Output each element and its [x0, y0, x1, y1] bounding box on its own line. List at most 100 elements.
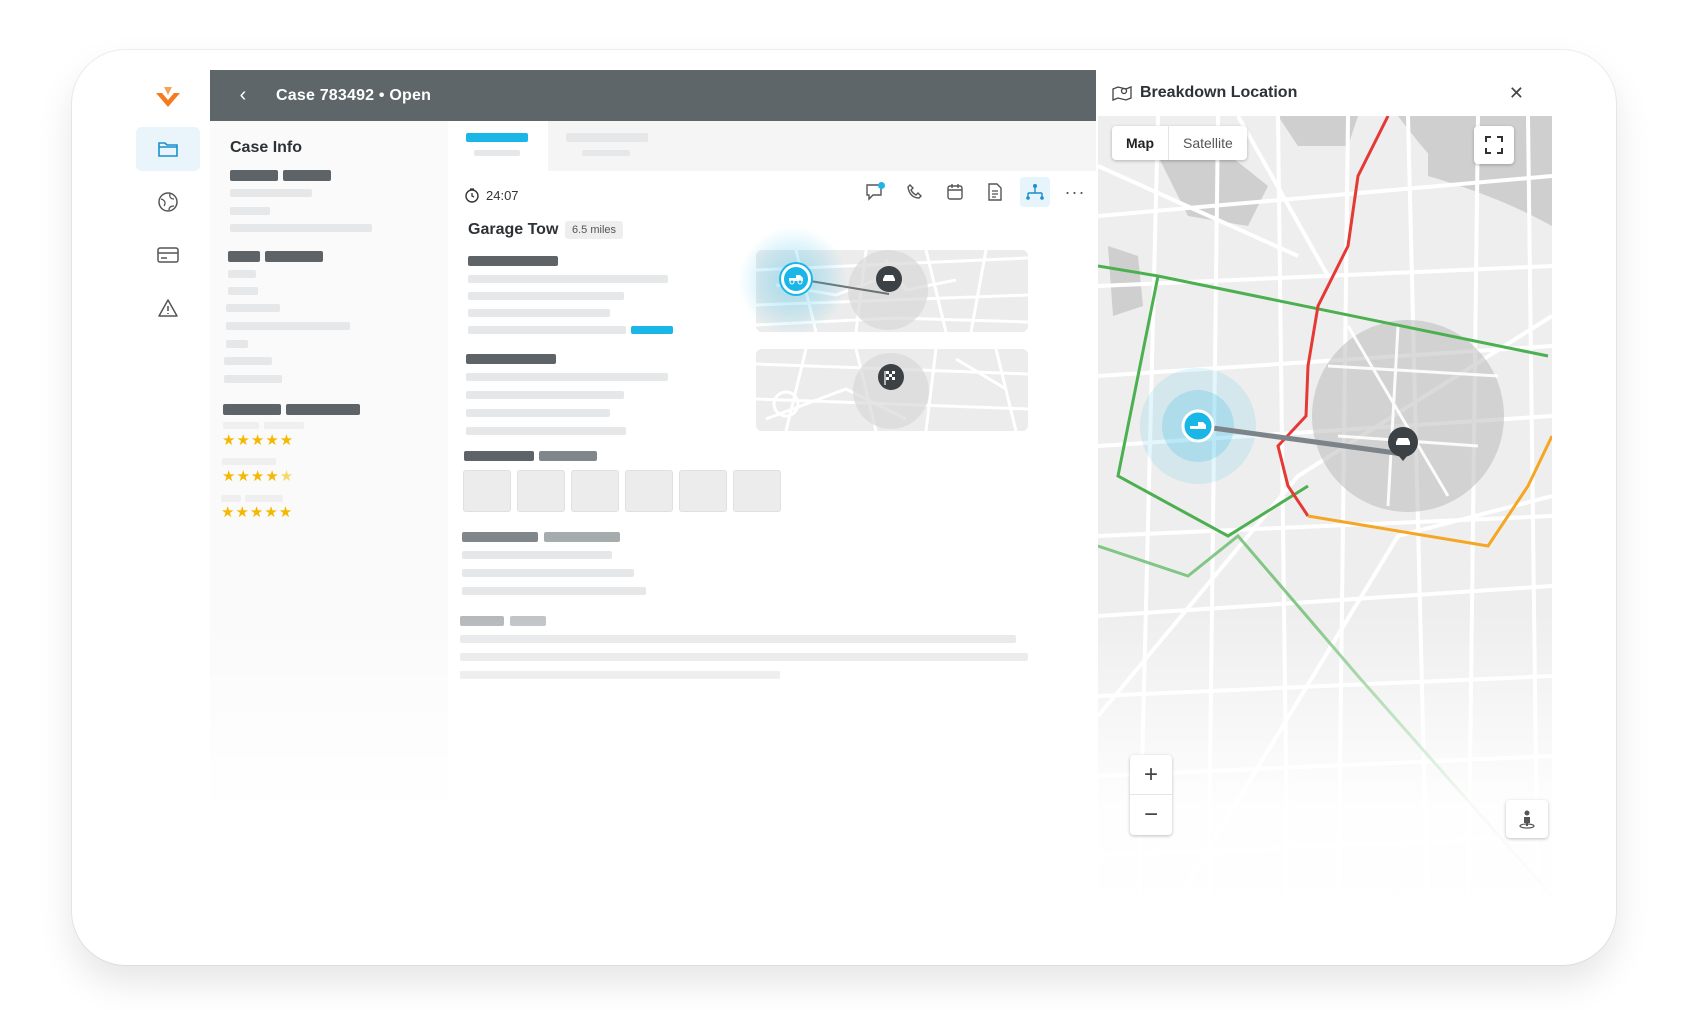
rating-stars: ★★★★★: [221, 504, 294, 521]
photo-thumbnail[interactable]: [625, 470, 673, 512]
rating-stars: ★★★★★: [222, 432, 295, 449]
map-panel-title: Breakdown Location: [1140, 84, 1298, 101]
satellite-tab[interactable]: Satellite: [1169, 126, 1247, 160]
zoom-controls: + −: [1130, 755, 1172, 835]
placeholder-bar: [228, 287, 258, 295]
sidebar-item-billing[interactable]: [136, 233, 200, 277]
call-button[interactable]: [900, 177, 930, 207]
sidebar-item-global[interactable]: [136, 180, 200, 224]
close-icon[interactable]: ✕: [1509, 83, 1524, 104]
photo-thumbnail[interactable]: [517, 470, 565, 512]
placeholder-bar: [230, 224, 372, 232]
case-tabs: [448, 121, 1096, 171]
phone-icon: [907, 184, 922, 199]
sidebar-item-alerts[interactable]: [136, 286, 200, 330]
placeholder-bar: [221, 495, 241, 502]
schedule-button[interactable]: [940, 177, 970, 207]
placeholder-bar: [286, 404, 360, 415]
placeholder-bar: [462, 587, 646, 595]
placeholder-bar: [466, 373, 668, 381]
photo-thumbnail[interactable]: [463, 470, 511, 512]
warning-icon: [158, 299, 178, 317]
map-panel-header: Breakdown Location ✕: [1096, 70, 1552, 116]
placeholder-bar: [245, 495, 283, 502]
placeholder-bar: [230, 170, 278, 181]
placeholder-bar: [462, 532, 538, 542]
placeholder-bar: [264, 422, 304, 429]
case-timer: 24:07: [464, 187, 519, 203]
folder-icon: [158, 142, 178, 157]
photo-thumbnail[interactable]: [733, 470, 781, 512]
placeholder-bar: [224, 357, 272, 365]
placeholder-bar: [223, 422, 259, 429]
placeholder-bar: [539, 451, 597, 461]
brand-logo: [156, 87, 180, 107]
map-tab[interactable]: Map: [1112, 126, 1169, 160]
pegman-icon: [1519, 810, 1535, 829]
route-button[interactable]: [1020, 177, 1050, 207]
page-title: Case 783492 • Open: [276, 86, 432, 104]
placeholder-bar: [223, 404, 281, 415]
placeholder-bar: [466, 427, 626, 435]
chat-button[interactable]: [860, 177, 890, 207]
fullscreen-button[interactable]: [1474, 126, 1514, 164]
distance-badge: 6.5 miles: [565, 221, 624, 239]
timer-icon: [465, 188, 479, 203]
placeholder-bar: [468, 309, 610, 317]
placeholder-bar: [228, 251, 260, 262]
placeholder-bar: [226, 304, 280, 312]
bottom-fade: [108, 612, 1586, 932]
placeholder-bar: [230, 189, 312, 197]
placeholder-bar: [265, 251, 323, 262]
map-pin-icon: [1112, 86, 1132, 101]
placeholder-bar: [283, 170, 331, 181]
placeholder-bar: [468, 326, 626, 334]
more-button[interactable]: ···: [1060, 177, 1090, 207]
placeholder-bar: [544, 532, 620, 542]
notification-dot: [878, 182, 885, 189]
placeholder-bar: [230, 207, 270, 215]
sidebar-item-cases[interactable]: [136, 127, 200, 171]
photo-thumbnail[interactable]: [571, 470, 619, 512]
credit-card-icon: [157, 247, 179, 263]
photo-thumbnail[interactable]: [679, 470, 727, 512]
tab-active[interactable]: [448, 121, 548, 171]
placeholder-bar: [468, 292, 624, 300]
street-view-button[interactable]: [1506, 800, 1548, 838]
document-icon: [988, 183, 1002, 201]
case-header: ‹ Case 783492 • Open: [210, 70, 1096, 121]
tab-inactive[interactable]: [548, 121, 668, 171]
action-toolbar: ···: [860, 177, 1090, 207]
placeholder-bar: [224, 375, 282, 383]
more-icon: ···: [1064, 181, 1086, 202]
service-title: Garage Tow: [468, 221, 559, 238]
map-type-toggle: Map Satellite: [1112, 126, 1247, 160]
placeholder-bar: [228, 270, 256, 278]
fullscreen-icon: [1485, 136, 1503, 154]
route-icon: [1026, 184, 1044, 200]
zoom-in-button[interactable]: +: [1130, 755, 1172, 795]
case-info-title: Case Info: [230, 139, 303, 156]
tow-truck-icon[interactable]: [781, 264, 811, 294]
placeholder-bar: [462, 551, 612, 559]
destination-preview-map[interactable]: [756, 349, 1028, 431]
timer-value: 24:07: [486, 187, 519, 203]
placeholder-bar: [466, 354, 556, 364]
calendar-icon: [947, 184, 963, 200]
placeholder-bar: [226, 340, 248, 348]
placeholder-bar: [466, 391, 624, 399]
zoom-out-button[interactable]: −: [1130, 795, 1172, 835]
placeholder-bar: [468, 275, 668, 283]
globe-icon: [158, 192, 178, 212]
document-button[interactable]: [980, 177, 1010, 207]
progress-accent: [631, 326, 673, 334]
rating-stars: ★★★★★: [222, 468, 295, 485]
placeholder-bar: [462, 569, 634, 577]
placeholder-bar: [468, 256, 558, 266]
placeholder-bar: [464, 451, 534, 461]
placeholder-bar: [226, 322, 350, 330]
app-screen: ‹ Case 783492 • Open Case Info ★★★★★ ★★★…: [108, 70, 1586, 932]
placeholder-bar: [222, 458, 276, 465]
placeholder-bar: [466, 409, 610, 417]
chevron-left-icon[interactable]: ‹: [210, 84, 276, 107]
